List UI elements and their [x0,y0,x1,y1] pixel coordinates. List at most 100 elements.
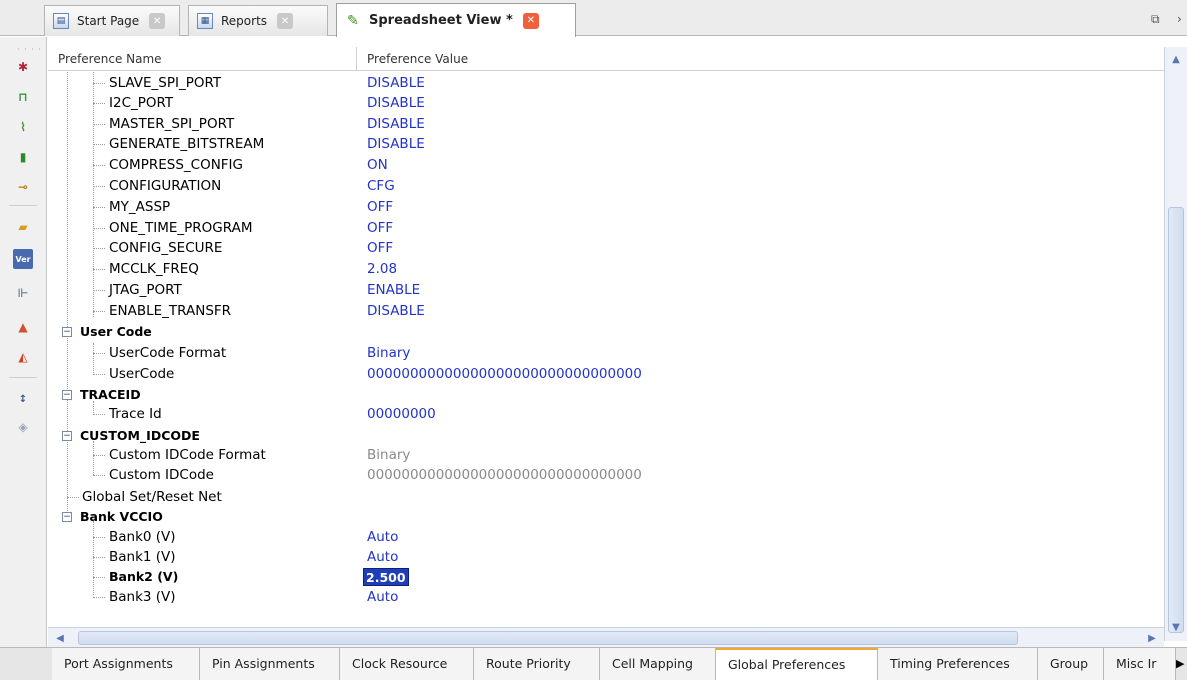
preference-value[interactable]: ENABLE [367,282,420,298]
grid-row[interactable]: ENABLE_TRANSFR DISABLE [48,301,1164,321]
block-icon[interactable]: ▮ [13,147,33,167]
vertical-scroll-thumb[interactable] [1168,207,1184,633]
sort-icon[interactable]: ↕ [13,389,33,409]
preference-name: UserCode Format [109,345,227,361]
grid-row[interactable]: UserCode Format Binary [48,343,1164,363]
verilog-icon[interactable]: Ver [13,249,33,269]
grid-row-selected[interactable]: Bank2 (V) 2.500 [48,567,1164,587]
tab-misc[interactable]: Misc Ir [1104,648,1176,680]
grid-header: Preference Name Preference Value [48,47,1164,71]
grid-row[interactable]: Bank0 (V) Auto [48,527,1164,547]
collapse-icon[interactable]: − [62,431,72,441]
preference-value[interactable]: 00000000 [367,406,436,422]
preference-value-selected[interactable]: 2.500 [363,568,409,586]
grid-row[interactable]: MASTER_SPI_PORT DISABLE [48,114,1164,134]
preference-name: Custom IDCode Format [109,447,266,463]
preference-value[interactable]: DISABLE [367,95,425,111]
horizontal-scroll-thumb[interactable] [78,631,1018,645]
preference-value[interactable]: Auto [367,589,398,605]
grid-row[interactable]: GENERATE_BITSTREAM DISABLE [48,134,1164,154]
preference-value[interactable]: Auto [367,549,398,565]
tab-group[interactable]: Group [1038,648,1104,680]
grid-row[interactable]: Bank1 (V) Auto [48,547,1164,567]
group-row-custom-idcode[interactable]: − CUSTOM_IDCODE [48,426,1164,446]
scroll-down-icon[interactable]: ▼ [1168,619,1184,635]
preference-value[interactable]: 00000000000000000000000000000000 [367,467,642,483]
error-icon[interactable]: ◭ [13,347,33,367]
grid-row[interactable]: ONE_TIME_PROGRAM OFF [48,218,1164,238]
toolbar-separator [9,205,37,206]
grid-row[interactable]: Global Set/Reset Net [48,487,1164,507]
close-icon[interactable]: ✕ [522,12,539,29]
route-icon[interactable]: ⊸ [13,177,33,197]
close-icon[interactable]: ✕ [277,13,294,29]
grid-row[interactable]: CONFIG_SECURE OFF [48,238,1164,258]
grid-row[interactable]: I2C_PORT DISABLE [48,93,1164,113]
preference-value[interactable]: DISABLE [367,136,425,152]
tab-spreadsheet-view[interactable]: ✎ Spreadsheet View * ✕ [336,3,576,37]
preference-value[interactable]: DISABLE [367,303,425,319]
grid-row[interactable]: JTAG_PORT ENABLE [48,280,1164,300]
preference-name: Trace Id [109,406,162,422]
scroll-right-icon[interactable]: ▶ [1144,630,1160,646]
signal-icon[interactable]: ⊓ [13,87,33,107]
collapse-icon[interactable]: − [62,512,72,522]
vertical-scrollbar[interactable]: ▲ ▼ [1164,47,1187,641]
preference-value[interactable]: Binary [367,345,410,361]
group-row-traceid[interactable]: − TRACEID [48,385,1164,405]
column-header-name[interactable]: Preference Name [58,52,162,66]
tab-global-preferences[interactable]: Global Preferences [716,648,878,680]
grid-row[interactable]: UserCode 00000000000000000000000000000000 [48,364,1164,384]
expand-all-icon[interactable]: ✱ [13,57,33,77]
tab-start-page[interactable]: ▤ Start Page ✕ [44,5,180,36]
chevron-right-icon[interactable]: › [1177,12,1182,26]
grid-row[interactable]: Custom IDCode 000000000000000000000000000… [48,465,1164,485]
column-divider[interactable] [356,47,357,71]
tab-clock-resource[interactable]: Clock Resource [340,648,474,680]
preference-value[interactable]: OFF [367,220,393,236]
preference-value[interactable]: DISABLE [367,75,425,91]
preference-value[interactable]: OFF [367,240,393,256]
tab-port-assignments[interactable]: Port Assignments [52,648,200,680]
tab-scroll-right-icon[interactable]: ▶ [1176,657,1184,670]
grid-row[interactable]: Trace Id 00000000 [48,404,1164,424]
tab-timing-preferences[interactable]: Timing Preferences [878,648,1038,680]
preference-value[interactable]: 2.08 [367,261,397,277]
collapse-icon[interactable]: − [62,327,72,337]
timing-icon[interactable]: ⌇ [13,117,33,137]
tab-route-priority[interactable]: Route Priority [474,648,600,680]
preference-value[interactable]: DISABLE [367,116,425,132]
warning-icon[interactable]: ▲ [13,317,33,337]
grid-row[interactable]: CONFIGURATION CFG [48,176,1164,196]
preference-value[interactable]: OFF [367,199,393,215]
filter-icon[interactable]: ◈ [13,417,33,437]
collapse-icon[interactable]: − [62,390,72,400]
split-icon[interactable]: ⊩ [13,283,33,303]
folder-icon[interactable]: ▰ [13,217,33,237]
grid-row[interactable]: Custom IDCode Format Binary [48,445,1164,465]
preference-value[interactable]: CFG [367,178,395,194]
horizontal-scrollbar[interactable]: ◀ ▶ [48,627,1164,647]
tab-reports[interactable]: ▦ Reports ✕ [188,5,328,36]
preference-value[interactable]: Binary [367,447,410,463]
group-row-user-code[interactable]: − User Code [48,322,1164,342]
preference-name: Bank1 (V) [109,549,176,565]
grid-row[interactable]: Bank3 (V) Auto [48,587,1164,607]
document-tab-bar: ▤ Start Page ✕ ▦ Reports ✕ ✎ Spreadsheet… [0,0,1187,37]
grid-row[interactable]: MY_ASSP OFF [48,197,1164,217]
grid-row[interactable]: COMPRESS_CONFIG ON [48,155,1164,175]
tab-cell-mapping[interactable]: Cell Mapping [600,648,716,680]
grid-row[interactable]: MCCLK_FREQ 2.08 [48,259,1164,279]
column-header-value[interactable]: Preference Value [367,52,468,66]
restore-icon[interactable]: ⧉ [1151,12,1160,27]
toolbar-grip[interactable]: · · · · [17,45,42,54]
scroll-up-icon[interactable]: ▲ [1168,51,1184,67]
group-row-bank-vccio[interactable]: − Bank VCCIO [48,507,1164,527]
preference-value[interactable]: 00000000000000000000000000000000 [367,366,642,382]
preference-value[interactable]: ON [367,157,388,173]
grid-row[interactable]: SLAVE_SPI_PORT DISABLE [48,73,1164,93]
preference-value[interactable]: Auto [367,529,398,545]
tab-pin-assignments[interactable]: Pin Assignments [200,648,340,680]
close-icon[interactable]: ✕ [149,13,166,29]
scroll-left-icon[interactable]: ◀ [52,630,68,646]
